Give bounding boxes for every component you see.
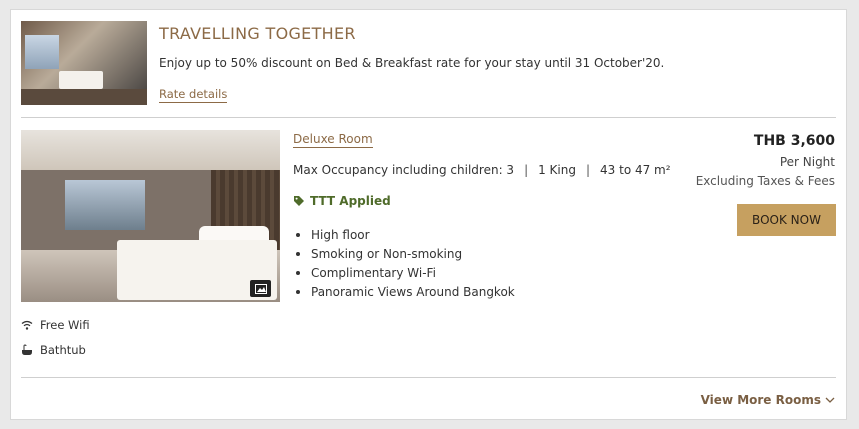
offer-badge-label: TTT Applied (310, 194, 391, 208)
price-block: THB 3,600 Per Night Excluding Taxes & Fe… (696, 133, 835, 188)
room-name-link[interactable]: Deluxe Room (293, 132, 373, 148)
price-per: Per Night (779, 155, 835, 169)
promo-description: Enjoy up to 50% discount on Bed & Breakf… (159, 56, 665, 70)
separator: | (585, 163, 591, 177)
divider (21, 117, 836, 118)
tag-icon (294, 196, 304, 206)
offer-badge: TTT Applied (293, 194, 391, 208)
rate-details-link[interactable]: Rate details (159, 87, 228, 103)
view-more-rooms-link[interactable]: View More Rooms (701, 393, 835, 407)
promo-title: TRAVELLING TOGETHER (159, 24, 356, 43)
price-tax-note: Excluding Taxes & Fees (695, 174, 835, 188)
occupancy-label: Max Occupancy including children: 3 (293, 163, 515, 177)
chevron-down-icon (825, 397, 835, 403)
bathtub-icon (22, 344, 32, 355)
amenity-wifi: Free Wifi (21, 318, 90, 332)
list-item: High floor (293, 225, 515, 244)
amenity-bathtub: Bathtub (21, 343, 86, 357)
list-item: Complimentary Wi-Fi (293, 263, 515, 282)
divider (21, 377, 836, 378)
amenity-label: Free Wifi (40, 318, 90, 332)
room-image[interactable] (21, 130, 280, 302)
book-now-button[interactable]: BOOK NOW (737, 204, 836, 236)
room-features: High floor Smoking or Non-smoking Compli… (293, 225, 515, 301)
list-item: Smoking or Non-smoking (293, 244, 515, 263)
room-size: 43 to 47 m² (600, 163, 671, 177)
gallery-icon[interactable] (250, 280, 271, 297)
amenity-label: Bathtub (40, 343, 86, 357)
room-occupancy-info: Max Occupancy including children: 3 | 1 Ki… (293, 163, 671, 177)
list-item: Panoramic Views Around Bangkok (293, 282, 515, 301)
view-more-label: View More Rooms (700, 393, 821, 407)
separator: | (524, 163, 529, 177)
price-amount: THB 3,600 (753, 133, 835, 149)
promo-image (21, 21, 147, 105)
room-offer-card: TRAVELLING TOGETHER Enjoy up to 50% disc… (10, 9, 847, 420)
bed-type: 1 King (538, 163, 576, 177)
wifi-icon (21, 320, 33, 330)
